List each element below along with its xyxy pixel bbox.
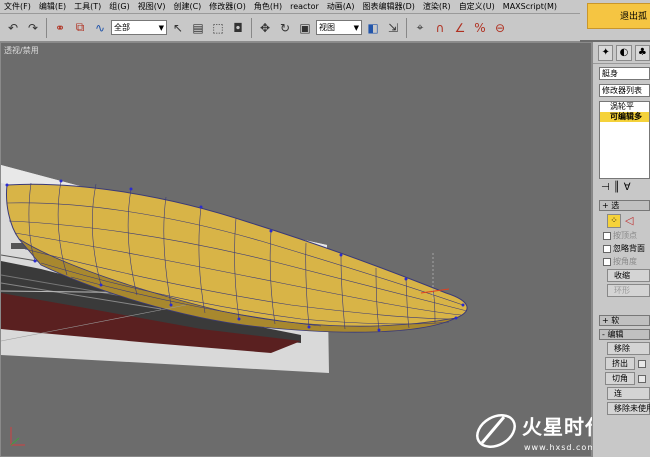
menu-edit[interactable]: 编辑(E)	[35, 0, 70, 13]
rectangular-selection-icon[interactable]: ⬚	[209, 18, 227, 38]
menu-views[interactable]: 视图(V)	[134, 0, 170, 13]
soft-selection-rollout-title: 软	[611, 316, 620, 325]
menu-create[interactable]: 创建(C)	[169, 0, 205, 13]
menu-character[interactable]: 角色(H)	[250, 0, 286, 13]
command-panel: ✦ ◐ ♣ 艇身 修改器列表 涡轮平 可编辑多 ⊣ ║ ∀ + 选 ⁘ ◁ 按顶…	[592, 42, 650, 457]
subobject-icons: ⁘ ◁	[593, 211, 650, 228]
main-toolbar: ↶ ↷ ⚭ ⧉ ∿ 全部 ▼ ↖ ▤ ⬚ ◘ ✥ ↻ ▣ 视图 ▼ ◧ ⇲ ⌖ …	[0, 14, 580, 42]
show-end-result-icon[interactable]: ║	[614, 182, 620, 197]
menu-file[interactable]: 文件(F)	[0, 0, 35, 13]
remove-unused-button[interactable]: 移除未使用	[607, 402, 650, 415]
ignore-backfacing-label: 忽略背面	[613, 244, 645, 253]
axis-tripod-icon	[10, 427, 25, 446]
rotate-icon[interactable]: ↻	[276, 18, 294, 38]
reference-coordinate-dropdown[interactable]: 视图 ▼	[316, 20, 362, 35]
scene-canvas[interactable]	[1, 43, 592, 457]
chevron-down-icon: ▼	[353, 23, 359, 32]
reference-coordinate-value: 视图	[319, 23, 335, 32]
stack-item-turbosmooth[interactable]: 涡轮平	[600, 102, 649, 112]
undo-icon[interactable]: ↶	[4, 18, 22, 38]
checkbox-box	[603, 244, 611, 253]
chevron-down-icon: ▼	[158, 23, 164, 32]
unlink-icon[interactable]: ⧉	[71, 18, 89, 38]
object-name-field[interactable]: 艇身	[599, 67, 650, 80]
menu-bar: 文件(F) 编辑(E) 工具(T) 组(G) 视图(V) 创建(C) 修改器(O…	[0, 0, 580, 14]
bind-space-warp-icon[interactable]: ∿	[91, 18, 109, 38]
modifier-list-dropdown[interactable]: 修改器列表	[599, 84, 650, 97]
connect-button[interactable]: 连	[607, 387, 650, 400]
menu-customize[interactable]: 自定义(U)	[455, 0, 499, 13]
ignore-backfacing-checkbox[interactable]: 忽略背面	[593, 241, 650, 254]
manipulate-icon[interactable]: ⇲	[384, 18, 402, 38]
perspective-viewport[interactable]: 透视/禁用	[0, 42, 592, 457]
menu-tools[interactable]: 工具(T)	[70, 0, 105, 13]
selection-rollout-header[interactable]: + 选	[599, 200, 650, 211]
menu-graph-editors[interactable]: 图表编辑器(D)	[358, 0, 418, 13]
by-angle-checkbox[interactable]: 按角度	[593, 254, 650, 267]
chamfer-button[interactable]: 切角	[605, 372, 635, 385]
pin-stack-icon[interactable]: ⊣	[601, 182, 610, 197]
toolbar-divider	[46, 17, 47, 38]
toolbar-divider	[251, 17, 252, 38]
pivot-center-icon[interactable]: ◧	[364, 18, 382, 38]
by-vertex-checkbox[interactable]: 按顶点	[593, 228, 650, 241]
select-and-link-icon[interactable]: ⚭	[51, 18, 69, 38]
selection-filter-dropdown[interactable]: 全部 ▼	[111, 20, 167, 35]
stack-item-editable-poly[interactable]: 可编辑多	[600, 112, 649, 122]
exit-isolation-button[interactable]: 退出孤	[587, 3, 650, 29]
menu-reactor[interactable]: reactor	[286, 0, 323, 13]
by-angle-label: 按角度	[613, 257, 637, 266]
stack-tools: ⊣ ║ ∀	[593, 179, 650, 197]
toolbar-divider	[406, 17, 407, 38]
command-panel-tabs: ✦ ◐ ♣	[593, 42, 650, 64]
create-tab-icon[interactable]: ✦	[598, 44, 614, 61]
select-by-name-icon[interactable]: ▤	[189, 18, 207, 38]
chamfer-row: 切角	[605, 372, 650, 385]
edit-rollout-header[interactable]: - 编辑	[599, 329, 650, 340]
hierarchy-tab-icon[interactable]: ♣	[634, 44, 650, 61]
chamfer-settings-icon[interactable]	[638, 374, 646, 383]
snap-toggle-icon[interactable]: ∩	[431, 18, 449, 38]
edge-mode-icon[interactable]: ◁	[625, 214, 633, 228]
shrink-button[interactable]: 收缩	[607, 269, 650, 282]
extrude-settings-icon[interactable]	[638, 359, 646, 368]
menu-modifiers[interactable]: 修改器(O)	[205, 0, 250, 13]
selection-rollout-title: 选	[611, 201, 620, 210]
menu-animation[interactable]: 动画(A)	[323, 0, 359, 13]
redo-icon[interactable]: ↷	[24, 18, 42, 38]
move-icon[interactable]: ✥	[256, 18, 274, 38]
select-object-icon[interactable]: ↖	[169, 18, 187, 38]
menu-rendering[interactable]: 渲染(R)	[419, 0, 455, 13]
menu-group[interactable]: 组(G)	[105, 0, 133, 13]
make-unique-icon[interactable]: ∀	[624, 182, 631, 197]
vertex-mode-icon[interactable]: ⁘	[607, 214, 621, 228]
keyboard-shortcut-icon[interactable]: ⌖	[411, 18, 429, 38]
modify-tab-icon[interactable]: ◐	[616, 44, 632, 61]
scale-icon[interactable]: ▣	[296, 18, 314, 38]
exit-panel: 退出孤	[580, 0, 650, 40]
spinner-snap-icon[interactable]: ⊖	[491, 18, 509, 38]
selection-filter-value: 全部	[114, 23, 130, 32]
by-vertex-label: 按顶点	[613, 231, 637, 240]
menu-maxscript[interactable]: MAXScript(M)	[499, 0, 561, 13]
edit-rollout-title: 编辑	[607, 330, 624, 339]
window-crossing-icon[interactable]: ◘	[229, 18, 247, 38]
angle-snap-icon[interactable]: ∠	[451, 18, 469, 38]
watermark-url: www.hxsd.com	[524, 443, 597, 452]
checkbox-box	[603, 257, 611, 266]
percent-snap-icon[interactable]: %	[471, 18, 489, 38]
extrude-button[interactable]: 挤出	[605, 357, 635, 370]
checkbox-box	[603, 231, 611, 240]
soft-selection-rollout-header[interactable]: + 软	[599, 315, 650, 326]
modifier-stack[interactable]: 涡轮平 可编辑多	[599, 101, 650, 179]
remove-button[interactable]: 移除	[607, 342, 650, 355]
watermark-logo	[476, 414, 516, 448]
ring-button[interactable]: 环形	[607, 284, 650, 297]
extrude-row: 挤出	[605, 357, 650, 370]
